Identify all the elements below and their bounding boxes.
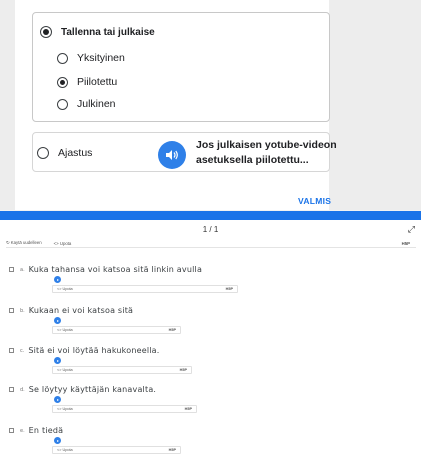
- answer-text: En tiedä: [28, 426, 64, 435]
- schedule-label: Ajastus: [58, 147, 93, 159]
- h5p-logo: H5P: [168, 448, 176, 452]
- h5p-logo: H5P: [168, 328, 176, 332]
- answer-text: Kuka tahansa voi katsoa sitä linkin avul…: [28, 265, 203, 274]
- speak-text: Jos julkaisen yotube-videon asetuksella …: [196, 138, 341, 168]
- answer-text: Kukaan ei voi katsoa sitä: [28, 306, 134, 315]
- list-item: b. Kukaan ei voi katsoa sitä <> Upota H5…: [9, 306, 181, 334]
- embedded-h5p-bar: <> Upota H5P: [52, 326, 181, 334]
- h5p-content: 1 / 1 ⤢ ↻ Kaytä uudelleen <> Upota H5P a…: [0, 211, 421, 468]
- embed-button[interactable]: <> Upota: [57, 448, 73, 452]
- schedule-radio[interactable]: Ajastus: [37, 147, 92, 159]
- audio-play-icon[interactable]: [54, 396, 61, 403]
- save-publish-radio[interactable]: Tallenna tai julkaise: [40, 26, 155, 38]
- answer-letter: e.: [20, 427, 25, 434]
- visibility-option-private[interactable]: Yksityinen: [57, 52, 125, 64]
- audio-play-icon[interactable]: [54, 357, 61, 364]
- h5p-logo: H5P: [179, 368, 187, 372]
- answer-letter: c.: [20, 347, 25, 354]
- list-item: d. Se löytyy käyttäjän kanavalta. <> Upo…: [9, 385, 197, 413]
- visibility-option-label: Julkinen: [77, 98, 116, 110]
- answer-option[interactable]: c. Sitä ei voi löytää hakukoneella.: [9, 346, 192, 355]
- radio-icon: [37, 147, 49, 159]
- speak-text-line: Jos julkaisen yotube-videon: [196, 139, 337, 151]
- page-indicator: 1 / 1: [202, 225, 219, 234]
- checkbox-icon[interactable]: [9, 308, 14, 313]
- answer-option[interactable]: e. En tiedä: [9, 426, 181, 435]
- visibility-option-label: Piilotettu: [77, 76, 118, 88]
- visibility-option-unlisted[interactable]: Piilotettu: [57, 76, 117, 88]
- done-button[interactable]: VALMIS: [298, 196, 331, 206]
- embed-button[interactable]: <> Upota: [57, 368, 73, 372]
- checkbox-icon[interactable]: [9, 428, 14, 433]
- answer-text: Sitä ei voi löytää hakukoneella.: [28, 346, 160, 355]
- embedded-h5p-bar: <> Upota H5P: [52, 405, 197, 413]
- answer-text: Se löytyy käyttäjän kanavalta.: [28, 385, 157, 394]
- visibility-option-label: Yksityinen: [77, 52, 125, 64]
- audio-play-icon[interactable]: [54, 437, 61, 444]
- radio-selected-icon: [57, 76, 68, 88]
- top-panel: Tallenna tai julkaise Yksityinen Piilote…: [0, 0, 421, 210]
- embed-button[interactable]: <> Upota: [57, 287, 73, 291]
- checkbox-icon[interactable]: [9, 387, 14, 392]
- h5p-logo: H5P: [225, 287, 233, 291]
- visibility-dialog: Tallenna tai julkaise Yksityinen Piilote…: [15, 0, 337, 210]
- radio-icon: [57, 52, 68, 64]
- expand-arrows-icon[interactable]: ⤢: [408, 224, 415, 235]
- answer-letter: d.: [20, 386, 25, 393]
- radio-selected-icon: [40, 26, 52, 38]
- audio-play-icon[interactable]: [54, 317, 61, 324]
- retry-button[interactable]: ↻ Kaytä uudelleen: [6, 240, 48, 246]
- answer-option[interactable]: d. Se löytyy käyttäjän kanavalta.: [9, 385, 197, 394]
- list-item: c. Sitä ei voi löytää hakukoneella. <> U…: [9, 346, 192, 374]
- save-publish-label: Tallenna tai julkaise: [61, 26, 155, 38]
- visibility-option-public[interactable]: Julkinen: [57, 98, 116, 110]
- divider: [6, 247, 416, 248]
- list-item: e. En tiedä <> Upota H5P: [9, 426, 181, 454]
- embedded-h5p-bar: <> Upota H5P: [52, 285, 238, 293]
- checkbox-icon[interactable]: [9, 267, 14, 272]
- progress-bar: [0, 211, 421, 220]
- h5p-toolbar: ↻ Kaytä uudelleen <> Upota H5P: [6, 239, 416, 247]
- retry-label: Kaytä uudelleen: [10, 240, 42, 245]
- answer-letter: b.: [20, 307, 25, 314]
- embed-button[interactable]: <> Upota: [54, 241, 72, 246]
- speaker-icon[interactable]: [158, 141, 186, 169]
- h5p-logo: H5P: [401, 240, 410, 246]
- embed-button[interactable]: <> Upota: [57, 407, 73, 411]
- answer-option[interactable]: b. Kukaan ei voi katsoa sitä: [9, 306, 181, 315]
- embedded-h5p-bar: <> Upota H5P: [52, 366, 192, 374]
- checkbox-icon[interactable]: [9, 348, 14, 353]
- embed-button[interactable]: <> Upota: [57, 328, 73, 332]
- answer-letter: a.: [20, 266, 25, 273]
- audio-play-icon[interactable]: [54, 276, 61, 283]
- list-item: a. Kuka tahansa voi katsoa sitä linkin a…: [9, 265, 238, 293]
- embedded-h5p-bar: <> Upota H5P: [52, 446, 181, 454]
- speak-text-line: asetuksella piilotettu...: [196, 154, 309, 166]
- answer-option[interactable]: a. Kuka tahansa voi katsoa sitä linkin a…: [9, 265, 238, 274]
- h5p-logo: H5P: [184, 407, 192, 411]
- radio-icon: [57, 98, 68, 110]
